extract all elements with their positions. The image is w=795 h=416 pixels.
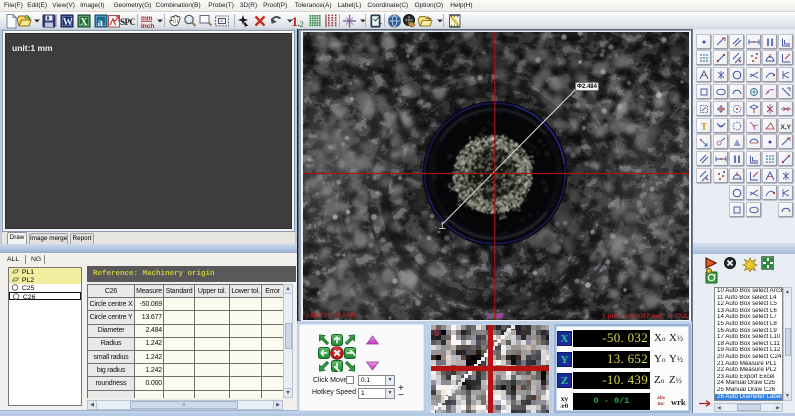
svg-text:W: W xyxy=(63,17,73,28)
svg-text:T: T xyxy=(701,121,707,131)
svg-text:a: a xyxy=(98,18,104,29)
svg-text:5: 5 xyxy=(434,328,439,338)
svg-text:X,Y: X,Y xyxy=(780,124,791,131)
svg-text:1: 1 xyxy=(292,14,299,29)
svg-text:2: 2 xyxy=(300,19,304,29)
svg-text:SPC: SPC xyxy=(120,17,135,27)
svg-text:X: X xyxy=(80,17,88,28)
